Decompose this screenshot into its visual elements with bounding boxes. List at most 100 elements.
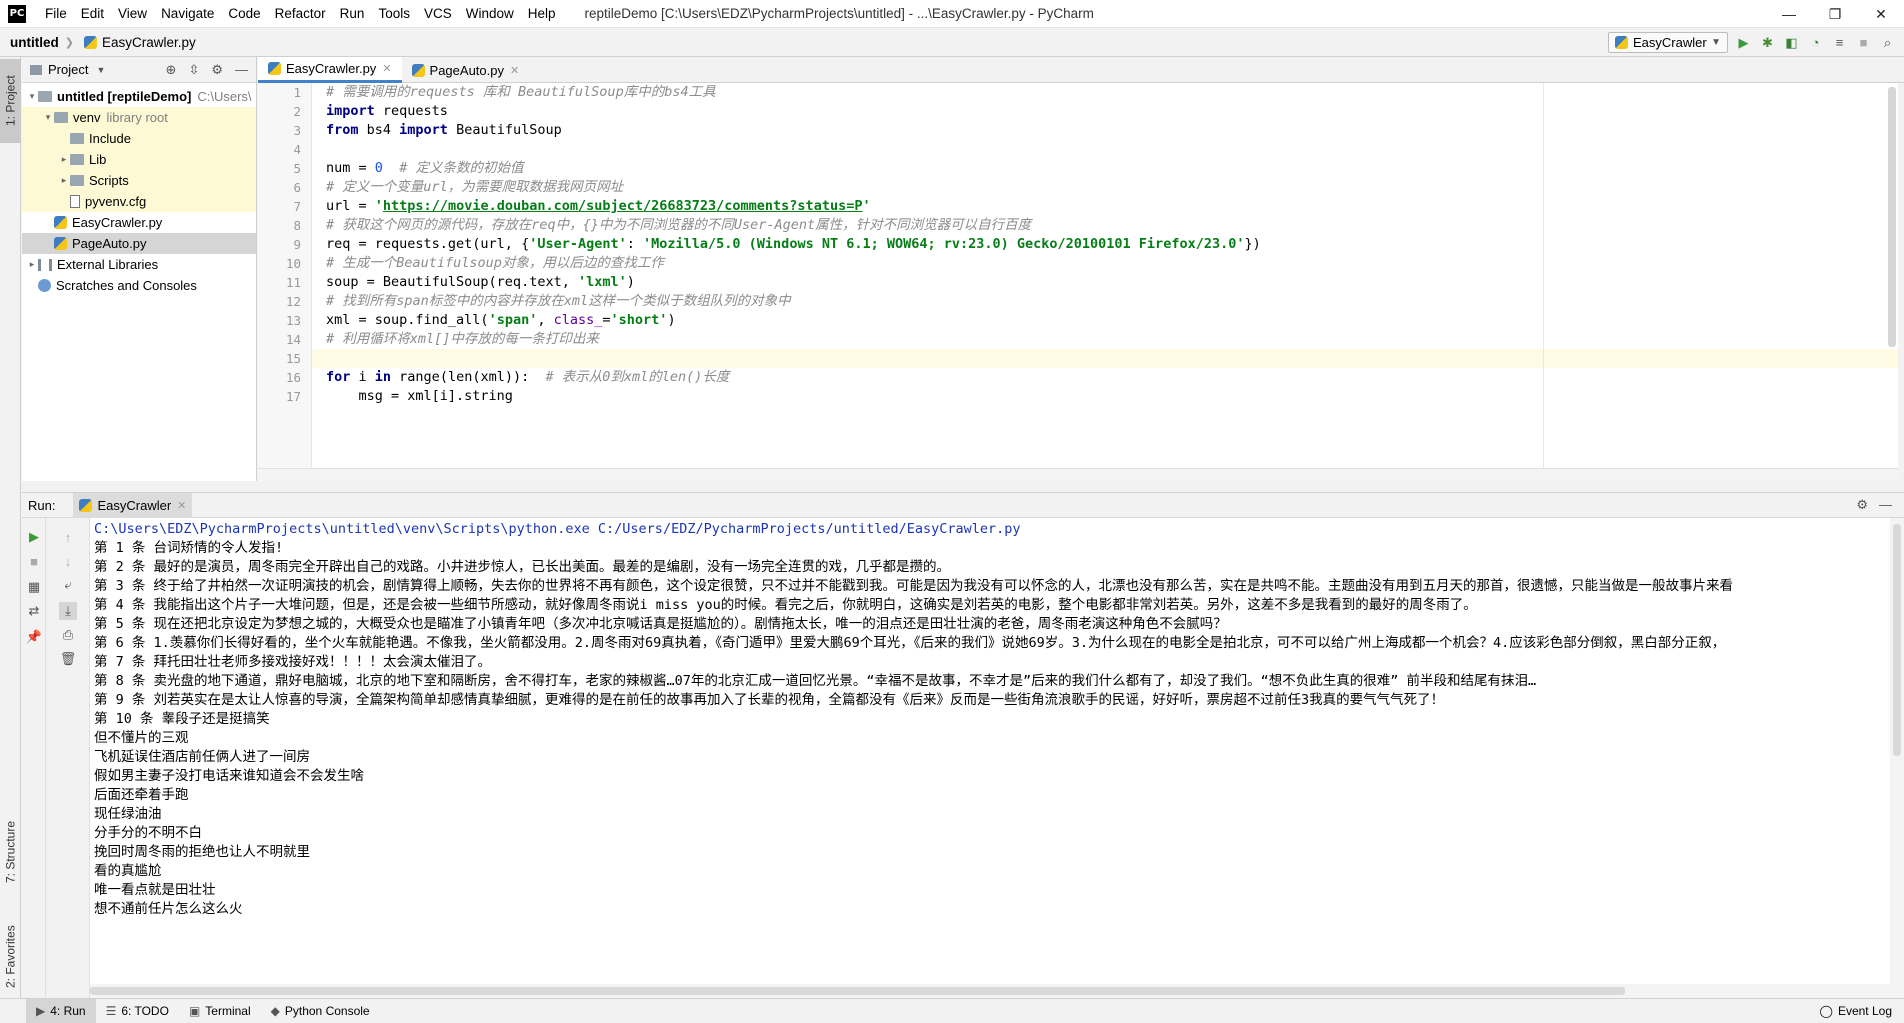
code-editor[interactable]: 1 2 3 4 5 6 7 8 9 10 11 12 13 14 15 16 17 # 需要调用的request… — [258, 83, 1898, 468]
bottom-tab-4-run[interactable]: ▶ 4: Run — [26, 999, 96, 1023]
gear-icon[interactable]: ⚙ — [1856, 497, 1868, 513]
arrow-up-icon[interactable]: ↑ — [61, 530, 75, 545]
chevron-right-icon[interactable]: ▸ — [58, 154, 70, 165]
project-panel-title[interactable]: Project — [48, 62, 88, 77]
tree-item-lib[interactable]: ▸ Lib — [22, 149, 256, 170]
menu-code[interactable]: Code — [221, 0, 267, 28]
minimize-button[interactable]: — — [1766, 0, 1812, 28]
code-line[interactable]: # 需要调用的requests 库和 BeautifulSoup库中的bs4工具 — [326, 83, 716, 102]
scrollbar-thumb[interactable] — [1893, 524, 1901, 756]
code-line[interactable]: # 定义一个变量url，为需要爬取数据我网页网址 — [326, 178, 623, 197]
chevron-down-icon[interactable]: ▾ — [42, 112, 54, 123]
debug-icon[interactable]: ✱ — [1759, 34, 1776, 51]
tool-tab-project[interactable]: 1: Project — [0, 59, 21, 143]
arrow-down-icon[interactable]: ↓ — [61, 554, 75, 569]
menu-view[interactable]: View — [111, 0, 154, 28]
code-line[interactable]: url = 'https://movie.douban.com/subject/… — [326, 197, 871, 216]
tree-item-easycrawler-py[interactable]: EasyCrawler.py — [22, 212, 256, 233]
code-token: # 表示从0到xml的len()长度 — [545, 369, 730, 385]
close-icon[interactable]: ✕ — [177, 499, 186, 512]
run-console-output[interactable]: C:\Users\EDZ\PycharmProjects\untitled\ve… — [90, 518, 1890, 984]
profile-icon[interactable]: ◔ — [1807, 34, 1824, 51]
code-token: # 获取这个网页的源代码，存放在req中，{}中为不同浏览器的不同User-Ag… — [326, 217, 1032, 233]
search-everywhere-icon[interactable]: ⌕ — [1879, 34, 1896, 51]
tree-item-pyvenv-cfg[interactable]: pyvenv.cfg — [22, 191, 256, 212]
event-log-button[interactable]: ◯ Event Log — [1820, 1004, 1892, 1018]
console-output-line: 第 8 条 卖光盘的地下通道，鼎好电脑城，北京的地下室和隔断房，舍不得打车，老家… — [94, 673, 1537, 689]
editor-horizontal-scrollbar[interactable] — [258, 468, 1898, 481]
restore-layout-icon[interactable]: ⇄ — [27, 603, 41, 618]
run-icon[interactable]: ▶ — [1735, 34, 1752, 51]
menu-edit[interactable]: Edit — [74, 0, 111, 28]
gear-icon[interactable]: ⚙ — [211, 62, 223, 78]
menu-vcs[interactable]: VCS — [417, 0, 459, 28]
scrollbar-thumb[interactable] — [90, 987, 1625, 995]
bottom-tab-python-console[interactable]: ◆ Python Console — [261, 999, 380, 1023]
tree-item-scripts[interactable]: ▸ Scripts — [22, 170, 256, 191]
maximize-button[interactable]: ❐ — [1812, 0, 1858, 28]
close-icon[interactable]: ✕ — [510, 64, 519, 77]
tool-tab-structure[interactable]: 7: Structure — [0, 797, 21, 907]
chevron-down-icon[interactable]: ▼ — [96, 65, 105, 75]
scroll-to-end-icon[interactable]: ⤓ — [59, 602, 77, 620]
hide-panel-icon[interactable]: — — [235, 62, 248, 78]
tree-item-scratches-and-consoles[interactable]: Scratches and Consoles — [22, 275, 256, 296]
rerun-icon[interactable]: ▶ — [27, 529, 41, 544]
tree-item-untitled-reptiledemo[interactable]: ▾ untitled [reptileDemo] C:\Users\ — [22, 86, 256, 107]
menu-bar: File Edit View Navigate Code Refactor Run Tools… — [38, 0, 563, 28]
menu-refactor[interactable]: Refactor — [268, 0, 333, 28]
stop-icon[interactable]: ■ — [1855, 34, 1872, 51]
chevron-down-icon[interactable]: ▾ — [26, 91, 38, 102]
bottom-tab-6-todo[interactable]: ☰ 6: TODO — [96, 999, 179, 1023]
stop-icon[interactable]: ■ — [27, 554, 41, 569]
coverage-icon[interactable]: ◧ — [1783, 34, 1800, 51]
menu-run[interactable]: Run — [333, 0, 372, 28]
editor-scrollbar[interactable] — [1888, 87, 1896, 347]
tree-item-pageauto-py[interactable]: PageAuto.py — [22, 233, 256, 254]
code-line[interactable]: req = requests.get(url, {'User-Agent': '… — [326, 235, 1261, 254]
code-line[interactable]: # 获取这个网页的源代码，存放在req中，{}中为不同浏览器的不同User-Ag… — [326, 216, 1031, 235]
code-line[interactable]: # 生成一个Beautifulsoup对象，用以后边的查找工作 — [326, 254, 664, 273]
run-config-select[interactable]: EasyCrawler ▼ — [1608, 32, 1728, 53]
print-icon[interactable]: ⎙ — [61, 627, 75, 642]
code-line[interactable]: xml = soup.find_all('span', class_='shor… — [326, 311, 676, 330]
console-horizontal-scrollbar[interactable] — [90, 984, 1890, 998]
pin-icon[interactable]: 📌 — [26, 629, 42, 644]
close-icon[interactable]: ✕ — [382, 62, 391, 75]
code-line[interactable]: from bs4 import BeautifulSoup — [326, 121, 562, 140]
tree-item-external-libraries[interactable]: ▸ External Libraries — [22, 254, 256, 275]
code-line[interactable]: num = 0 # 定义条数的初始值 — [326, 159, 523, 178]
trash-icon[interactable]: 🗑 — [60, 651, 77, 666]
menu-window[interactable]: Window — [459, 0, 521, 28]
code-line[interactable]: # 找到所有span标签中的内容并存放在xml这样一个类似于数组队列的对象中 — [326, 292, 791, 311]
menu-tools[interactable]: Tools — [371, 0, 417, 28]
bottom-tab-terminal[interactable]: ▣ Terminal — [179, 999, 261, 1023]
code-line[interactable]: msg = xml[i].string — [326, 387, 513, 406]
collapse-all-icon[interactable]: ⇳ — [188, 62, 199, 78]
chevron-right-icon[interactable]: ▸ — [58, 175, 70, 186]
concurrency-icon[interactable]: ≡ — [1831, 34, 1848, 51]
editor-tab-easycrawler-py[interactable]: EasyCrawler.py ✕ — [258, 57, 402, 83]
breadcrumb-project[interactable]: untitled — [0, 35, 65, 50]
line-number: 4 — [293, 142, 301, 157]
tree-item-include[interactable]: Include — [22, 128, 256, 149]
tool-tab-favorites[interactable]: 2: Favorites — [0, 917, 21, 997]
console-vertical-scrollbar[interactable] — [1890, 518, 1904, 998]
tree-item-venv[interactable]: ▾ venv library root — [22, 107, 256, 128]
menu-help[interactable]: Help — [521, 0, 563, 28]
editor-tab-pageauto-py[interactable]: PageAuto.py ✕ — [402, 57, 530, 83]
menu-file[interactable]: File — [38, 0, 74, 28]
menu-navigate[interactable]: Navigate — [154, 0, 221, 28]
run-tab-easycrawler[interactable]: EasyCrawler ✕ — [73, 492, 193, 518]
layout-icon[interactable]: ▦ — [27, 579, 41, 594]
soft-wrap-icon[interactable]: ⤶ — [61, 577, 75, 592]
close-button[interactable]: ✕ — [1858, 0, 1904, 28]
code-line[interactable]: import requests — [326, 102, 448, 121]
code-line[interactable]: for i in range(len(xml)): # 表示从0到xml的len… — [326, 368, 729, 387]
code-line[interactable]: # 利用循环将xml[]中存放的每一条打印出来 — [326, 330, 599, 349]
locate-file-icon[interactable]: ⊕ — [166, 62, 177, 78]
chevron-right-icon[interactable]: ▸ — [26, 259, 38, 270]
breadcrumb-file[interactable]: EasyCrawler.py — [74, 35, 202, 50]
hide-panel-icon[interactable]: — — [1879, 497, 1892, 512]
code-line[interactable]: soup = BeautifulSoup(req.text, 'lxml') — [326, 273, 635, 292]
